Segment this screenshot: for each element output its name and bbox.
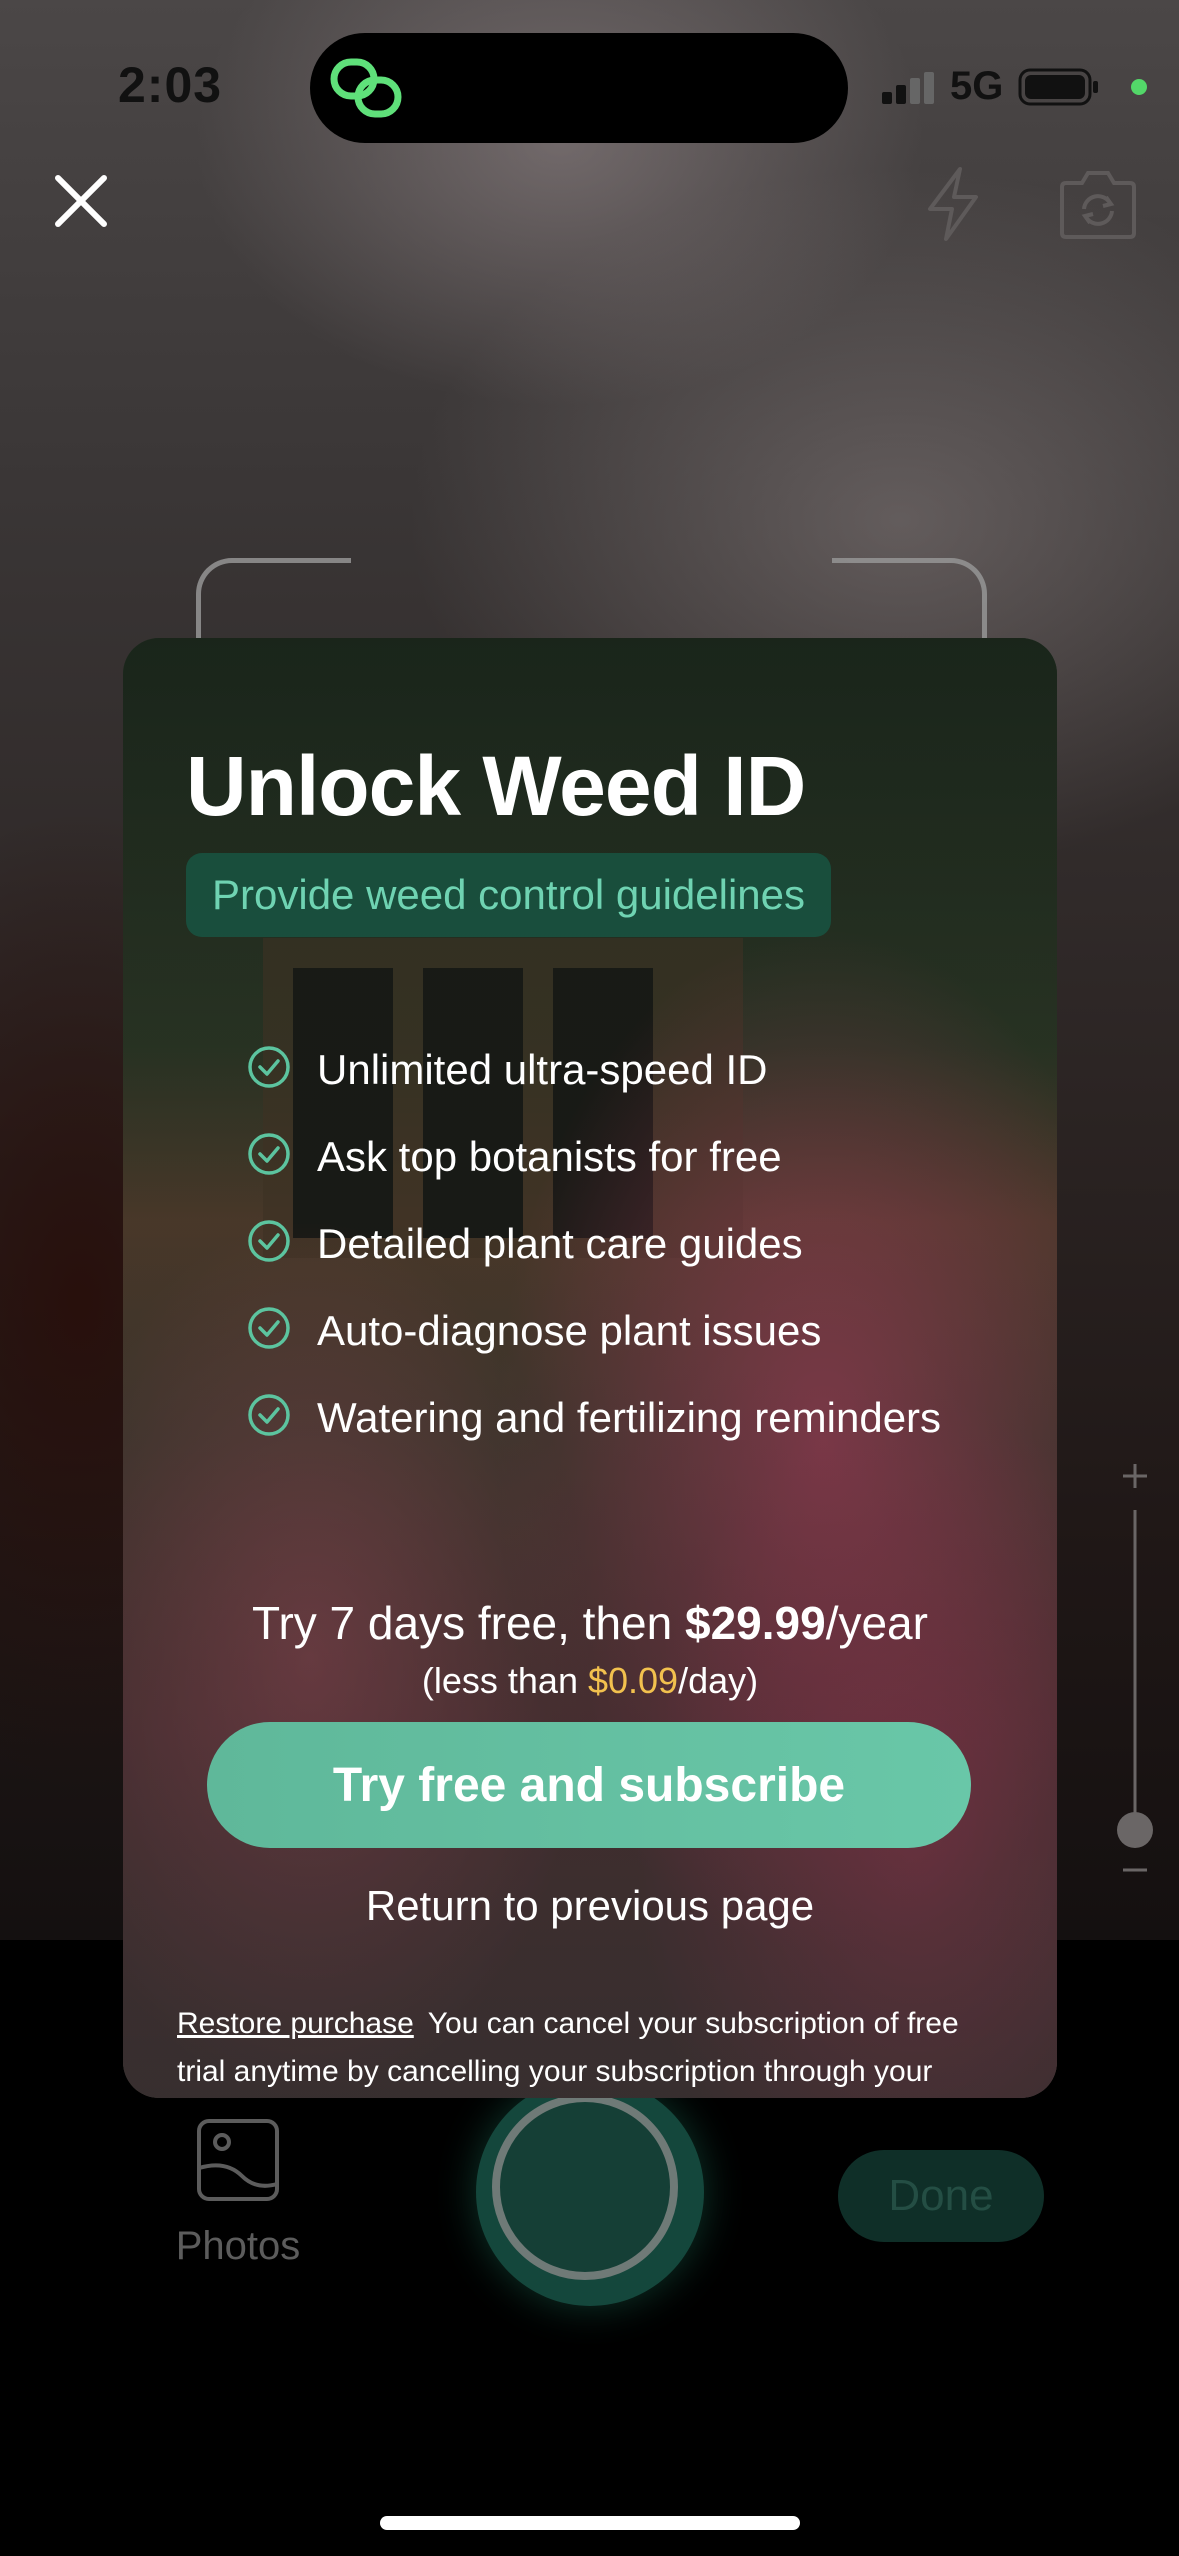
price-prefix: Try 7 days free, then (252, 1597, 685, 1649)
photos-icon (197, 2119, 279, 2201)
check-circle-icon (248, 1219, 290, 1262)
check-circle-icon (248, 1045, 290, 1088)
restore-purchase-link[interactable]: Restore purchase (177, 2007, 414, 2040)
scan-frame-corner (196, 558, 351, 643)
price-period: /year (825, 1597, 928, 1649)
shutter-ring (492, 2094, 678, 2280)
feature-text: Ask top botanists for free (317, 1132, 782, 1180)
shutter-button[interactable] (476, 2078, 704, 2306)
zoom-slider[interactable] (1110, 1450, 1160, 1890)
check-circle-icon (248, 1306, 290, 1349)
paywall-modal: Unlock Weed ID Provide weed control guid… (123, 638, 1057, 2098)
check-circle-icon (248, 1393, 290, 1436)
battery-icon (1018, 68, 1098, 106)
flash-icon[interactable] (920, 165, 986, 243)
feature-text: Watering and fertilizing reminders (317, 1393, 942, 1441)
daily-suffix: /day) (678, 1660, 759, 1701)
fine-print: Restore purchase You can cancel your subs… (177, 2000, 1003, 2096)
feature-item: Unlimited ultra-speed ID (247, 1026, 1007, 1113)
photos-label: Photos (175, 2224, 301, 2268)
daily-amount: $0.09 (587, 1660, 679, 1701)
network-label: 5G (950, 64, 1004, 108)
feature-text: Detailed plant care guides (317, 1219, 803, 1267)
flip-camera-icon[interactable] (1058, 165, 1138, 241)
privacy-indicator (1131, 79, 1147, 95)
feature-item: Ask top botanists for free (247, 1113, 1007, 1200)
price-amount: $29.99 (684, 1597, 826, 1649)
paywall-title: Unlock Weed ID (186, 739, 806, 833)
zoom-plus-icon (1123, 1464, 1147, 1488)
return-previous-page-link[interactable]: Return to previous page (123, 1882, 1057, 1930)
daily-prefix: (less than (421, 1660, 588, 1701)
status-time: 2:03 (118, 57, 223, 113)
feature-text: Unlimited ultra-speed ID (317, 1045, 768, 1093)
feature-item: Auto-diagnose plant issues (247, 1287, 1007, 1374)
home-indicator[interactable] (380, 2516, 800, 2530)
daily-price-line: (less than $0.09/day) (123, 1660, 1057, 1702)
feature-item: Watering and fertilizing reminders (247, 1374, 1007, 1461)
feature-text: Auto-diagnose plant issues (317, 1306, 822, 1354)
check-circle-icon (248, 1132, 290, 1175)
feature-item: Detailed plant care guides (247, 1200, 1007, 1287)
close-icon[interactable] (50, 170, 112, 232)
done-button[interactable]: Done (838, 2150, 1044, 2242)
price-line: Try 7 days free, then $29.99/year (123, 1596, 1057, 1650)
try-free-subscribe-button[interactable]: Try free and subscribe (207, 1722, 971, 1848)
scan-frame-corner (832, 558, 987, 643)
photos-button[interactable]: Photos (168, 2118, 308, 2278)
subtitle-chip: Provide weed control guidelines (186, 853, 832, 937)
subtitle-text: Provide weed control guidelines (212, 871, 806, 918)
feature-list: Unlimited ultra-speed ID Ask top botanis… (247, 1026, 1007, 1461)
app-link-icon (330, 58, 402, 118)
signal-icon (882, 72, 934, 104)
